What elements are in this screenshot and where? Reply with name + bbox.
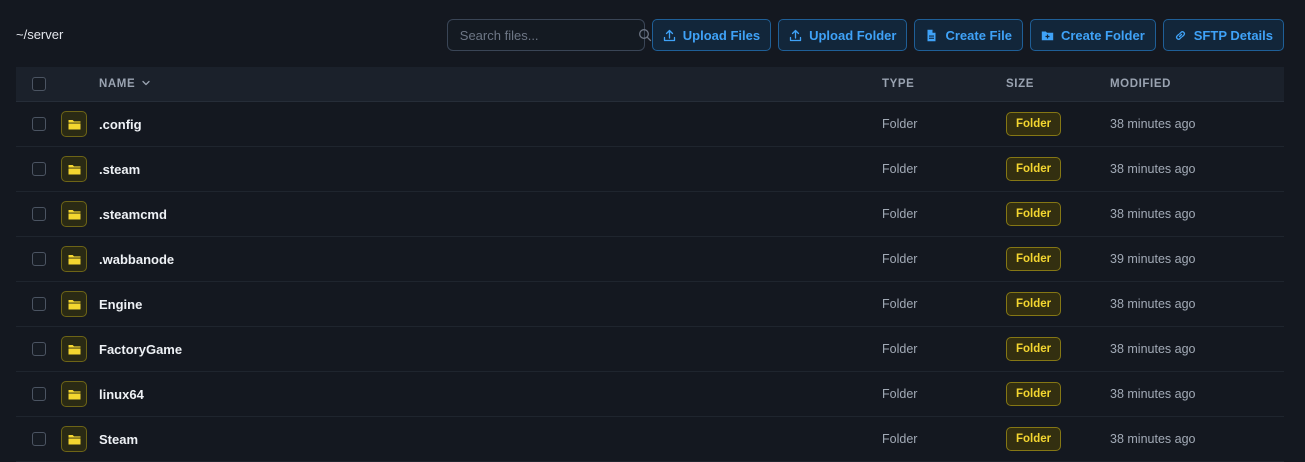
chevron-down-icon xyxy=(141,78,151,91)
size-badge: Folder xyxy=(1006,247,1062,271)
row-checkbox[interactable] xyxy=(31,342,46,356)
file-name[interactable]: .config xyxy=(99,117,882,132)
folder-plus-icon xyxy=(1041,29,1054,42)
breadcrumb: ~/server xyxy=(16,27,64,42)
type-column-header[interactable]: TYPE xyxy=(882,78,1006,90)
upload-folder-label: Upload Folder xyxy=(809,27,897,43)
name-column-label: NAME xyxy=(99,78,136,90)
table-header: NAME TYPE SIZE MODIFIED xyxy=(16,67,1284,102)
table-row[interactable]: .steamcmd Folder Folder 38 minutes ago xyxy=(16,192,1284,237)
file-type: Folder xyxy=(882,432,918,446)
folder-icon xyxy=(61,426,87,452)
file-name[interactable]: FactoryGame xyxy=(99,342,882,357)
size-badge: Folder xyxy=(1006,112,1062,136)
folder-icon xyxy=(61,246,87,272)
sftp-details-button[interactable]: SFTP Details xyxy=(1162,19,1284,51)
file-modified: 38 minutes ago xyxy=(1110,387,1196,401)
table-row[interactable]: Engine Folder Folder 38 minutes ago xyxy=(16,282,1284,327)
file-modified: 38 minutes ago xyxy=(1110,297,1196,311)
create-file-button[interactable]: Create File xyxy=(914,19,1023,51)
select-all-cell xyxy=(16,77,61,91)
file-table: NAME TYPE SIZE MODIFIED .config Folder F… xyxy=(16,67,1284,462)
file-modified: 38 minutes ago xyxy=(1110,162,1196,176)
file-type: Folder xyxy=(882,117,918,131)
size-badge: Folder xyxy=(1006,337,1062,361)
sftp-details-label: SFTP Details xyxy=(1193,27,1273,43)
file-type: Folder xyxy=(882,252,918,266)
folder-icon xyxy=(61,111,87,137)
search-box[interactable] xyxy=(446,19,651,51)
folder-icon xyxy=(61,336,87,362)
table-row[interactable]: .wabbanode Folder Folder 39 minutes ago xyxy=(16,237,1284,282)
file-modified: 38 minutes ago xyxy=(1110,342,1196,356)
folder-icon xyxy=(61,201,87,227)
file-modified: 38 minutes ago xyxy=(1110,207,1196,221)
table-row[interactable]: linux64 Folder Folder 38 minutes ago xyxy=(16,372,1284,417)
row-checkbox[interactable] xyxy=(31,117,46,131)
row-checkbox[interactable] xyxy=(31,162,46,176)
create-file-label: Create File xyxy=(945,27,1012,43)
file-modified: 38 minutes ago xyxy=(1110,432,1196,446)
upload-files-button[interactable]: Upload Files xyxy=(651,19,772,51)
create-folder-button[interactable]: Create Folder xyxy=(1029,19,1156,51)
size-badge: Folder xyxy=(1006,292,1062,316)
folder-icon xyxy=(61,381,87,407)
select-all-checkbox[interactable] xyxy=(31,77,46,91)
file-name[interactable]: .wabbanode xyxy=(99,252,882,267)
size-badge: Folder xyxy=(1006,382,1062,406)
file-rows: .config Folder Folder 38 minutes ago .st… xyxy=(16,102,1284,462)
file-name[interactable]: .steamcmd xyxy=(99,207,882,222)
search-icon xyxy=(638,28,652,42)
size-badge: Folder xyxy=(1006,427,1062,451)
upload-icon xyxy=(663,29,676,42)
file-name[interactable]: .steam xyxy=(99,162,882,177)
row-checkbox[interactable] xyxy=(31,432,46,446)
name-column-header[interactable]: NAME xyxy=(99,78,882,91)
upload-icon xyxy=(789,29,802,42)
link-icon xyxy=(1174,29,1187,42)
file-name[interactable]: Engine xyxy=(99,297,882,312)
folder-icon xyxy=(61,156,87,182)
file-name[interactable]: Steam xyxy=(99,432,882,447)
row-checkbox[interactable] xyxy=(31,297,46,311)
table-row[interactable]: .steam Folder Folder 38 minutes ago xyxy=(16,147,1284,192)
create-folder-label: Create Folder xyxy=(1060,27,1145,43)
upload-folder-button[interactable]: Upload Folder xyxy=(778,19,908,51)
file-type: Folder xyxy=(882,387,918,401)
row-checkbox[interactable] xyxy=(31,207,46,221)
file-icon xyxy=(925,29,938,42)
folder-icon xyxy=(61,291,87,317)
row-checkbox[interactable] xyxy=(31,252,46,266)
file-type: Folder xyxy=(882,162,918,176)
search-input[interactable] xyxy=(457,26,638,44)
table-row[interactable]: FactoryGame Folder Folder 38 minutes ago xyxy=(16,327,1284,372)
upload-files-label: Upload Files xyxy=(682,27,761,43)
size-badge: Folder xyxy=(1006,202,1062,226)
file-type: Folder xyxy=(882,207,918,221)
size-badge: Folder xyxy=(1006,157,1062,181)
table-row[interactable]: .config Folder Folder 38 minutes ago xyxy=(16,102,1284,147)
row-checkbox[interactable] xyxy=(31,387,46,401)
file-name[interactable]: linux64 xyxy=(99,387,882,402)
file-type: Folder xyxy=(882,297,918,311)
file-modified: 38 minutes ago xyxy=(1110,117,1196,131)
modified-column-header[interactable]: MODIFIED xyxy=(1110,78,1284,90)
table-row[interactable]: Steam Folder Folder 38 minutes ago xyxy=(16,417,1284,462)
size-column-header[interactable]: SIZE xyxy=(1006,78,1110,90)
file-modified: 39 minutes ago xyxy=(1110,252,1196,266)
file-type: Folder xyxy=(882,342,918,356)
file-toolbar: Upload Files Upload Folder Create File C… xyxy=(446,19,1284,51)
